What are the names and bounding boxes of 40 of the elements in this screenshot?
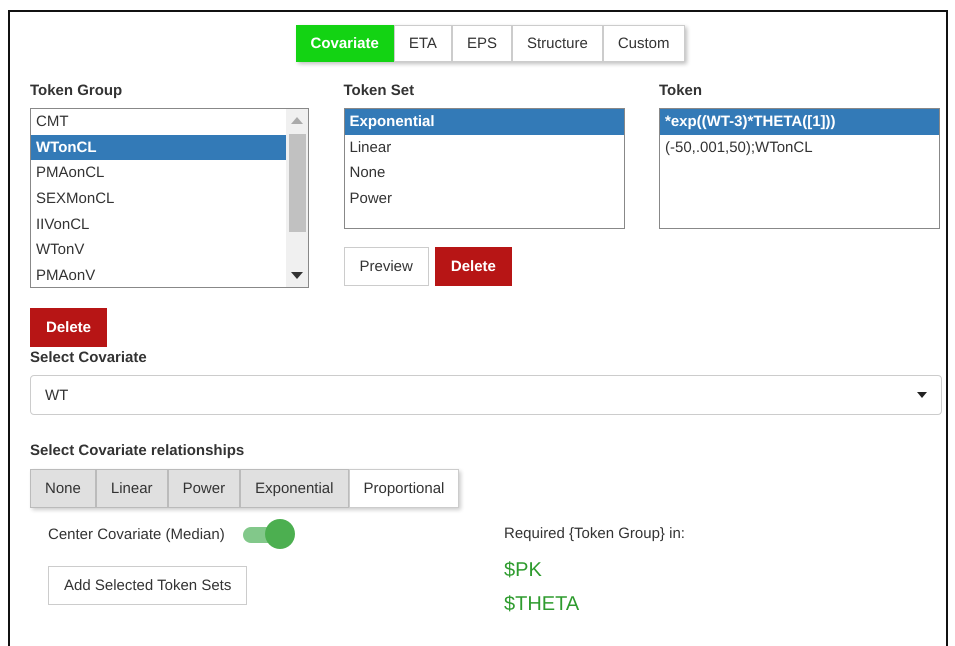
caret-icon [917,392,927,398]
token-list[interactable]: *exp((WT-3)*THETA([1])) (-50,.001,50);WTonCL [659,108,940,229]
token-set-label: Token Set [344,82,416,99]
preview-button[interactable]: Preview [344,247,429,286]
toggle-switch[interactable] [242,519,295,549]
list-item[interactable]: PMAonCL [31,160,286,186]
tab[interactable]: Custom [602,25,684,62]
list-item[interactable]: IIVonCL [31,212,286,238]
list-item[interactable]: Linear [344,134,624,160]
tab[interactable]: ETA [394,25,452,62]
relationship-option[interactable]: Exponential [240,469,348,508]
token-group-label: Token Group [30,82,124,99]
list-item[interactable]: SEXMonCL [31,186,286,212]
delete-button[interactable]: Delete [434,247,512,286]
list-item[interactable]: WTonV [31,237,286,264]
select-covariate-label: Select Covariate [30,349,148,366]
covariate-select[interactable]: WT [30,375,942,415]
relationships-label: Select Covariate relationships [30,442,246,459]
relationship-option[interactable]: Power [168,469,240,508]
list-item[interactable]: (-50,.001,50);WTonCL [660,134,939,160]
list-item[interactable]: CMT [31,109,286,135]
tab[interactable]: Structure [512,25,603,62]
delete-button[interactable]: Delete [30,308,108,347]
relationship-option[interactable]: Linear [96,469,168,508]
list-item[interactable]: Exponential [344,109,624,135]
relationship-option[interactable]: Proportional [348,469,460,508]
token-label: Token [659,82,704,99]
relationship-option[interactable]: None [30,469,96,508]
center-covariate-label: Center Covariate (Median) [48,526,225,542]
list-item[interactable]: WTonCL [31,134,286,160]
tab[interactable]: EPS [452,25,512,62]
scrollbar[interactable] [286,109,308,287]
list-item[interactable]: Power [344,186,624,212]
list-item[interactable]: *exp((WT-3)*THETA([1])) [660,109,939,135]
block-name: $THETA [504,592,580,617]
list-item[interactable]: PMAonV [31,263,286,289]
block-name: $PK [504,558,543,583]
add-token-sets-button[interactable]: Add Selected Token Sets [48,566,248,605]
list-item[interactable]: None [344,160,624,186]
required-label: Required {Token Group} in: [504,524,685,544]
